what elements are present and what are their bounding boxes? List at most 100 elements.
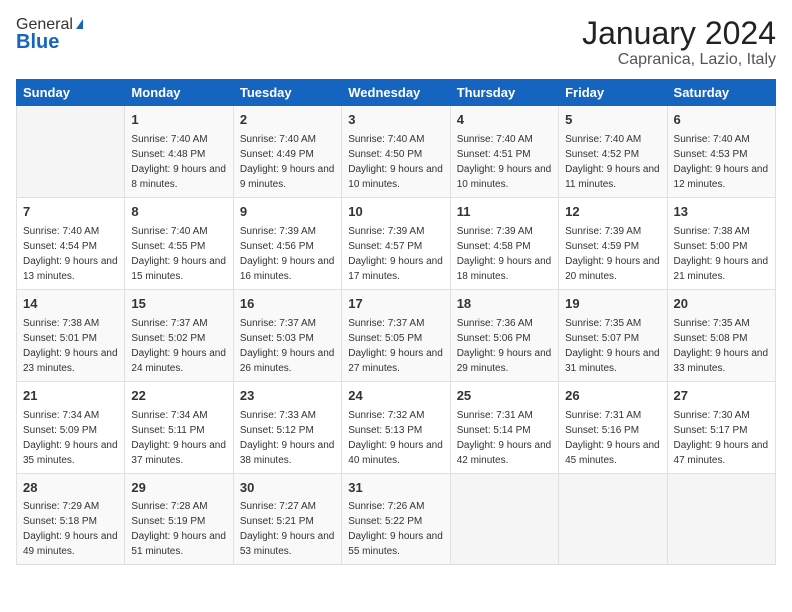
day-number: 11 — [457, 203, 552, 222]
day-number: 8 — [131, 203, 226, 222]
day-info: Sunrise: 7:39 AMSunset: 4:57 PMDaylight:… — [348, 224, 443, 284]
calendar-cell: 19 Sunrise: 7:35 AMSunset: 5:07 PMDayligh… — [559, 289, 667, 381]
day-number: 7 — [23, 203, 118, 222]
calendar-cell: 27Sunrise: 7:30 AMSunset: 5:17 PMDayligh… — [667, 381, 775, 473]
day-number: 13 — [674, 203, 769, 222]
header: General Blue January 2024 Capranica, Laz… — [16, 16, 776, 69]
calendar-cell: 30Sunrise: 7:27 AMSunset: 5:21 PMDayligh… — [233, 473, 341, 565]
day-number: 20 — [674, 295, 769, 314]
day-info: Sunrise: 7:37 AMSunset: 5:03 PMDaylight:… — [240, 316, 335, 376]
location: Capranica, Lazio, Italy — [582, 51, 776, 69]
calendar-cell: 5 Sunrise: 7:40 AMSunset: 4:52 PMDaylight… — [559, 106, 667, 198]
week-row-1: 7 Sunrise: 7:40 AMSunset: 4:54 PMDaylight… — [17, 198, 776, 290]
calendar-cell: 26Sunrise: 7:31 AMSunset: 5:16 PMDayligh… — [559, 381, 667, 473]
day-info: Sunrise: 7:31 AMSunset: 5:14 PMDaylight:… — [457, 408, 552, 468]
logo: General Blue — [16, 16, 83, 54]
day-number: 10 — [348, 203, 443, 222]
day-info: Sunrise: 7:34 AMSunset: 5:11 PMDaylight:… — [131, 408, 226, 468]
calendar-body: 1Sunrise: 7:40 AMSunset: 4:48 PMDaylight… — [17, 106, 776, 565]
day-number: 9 — [240, 203, 335, 222]
day-info: Sunrise: 7:34 AMSunset: 5:09 PMDaylight:… — [23, 408, 118, 468]
calendar-cell — [559, 473, 667, 565]
calendar-cell: 29Sunrise: 7:28 AMSunset: 5:19 PMDayligh… — [125, 473, 233, 565]
day-number: 16 — [240, 295, 335, 314]
day-info: Sunrise: 7:40 AMSunset: 4:54 PMDaylight:… — [23, 224, 118, 284]
day-info: Sunrise: 7:36 AMSunset: 5:06 PMDaylight:… — [457, 316, 552, 376]
calendar-cell: 31Sunrise: 7:26 AMSunset: 5:22 PMDayligh… — [342, 473, 450, 565]
day-number: 28 — [23, 479, 118, 498]
logo-icon — [76, 19, 83, 29]
day-number: 15 — [131, 295, 226, 314]
day-number: 23 — [240, 387, 335, 406]
calendar-cell: 13 Sunrise: 7:38 AMSunset: 5:00 PMDayligh… — [667, 198, 775, 290]
day-info: Sunrise: 7:27 AMSunset: 5:21 PMDaylight:… — [240, 499, 335, 559]
calendar-cell: 18 Sunrise: 7:36 AMSunset: 5:06 PMDayligh… — [450, 289, 558, 381]
day-info: Sunrise: 7:40 AMSunset: 4:52 PMDaylight:… — [565, 132, 660, 192]
calendar-cell — [667, 473, 775, 565]
calendar-cell: 22 Sunrise: 7:34 AMSunset: 5:11 PMDayligh… — [125, 381, 233, 473]
day-number: 17 — [348, 295, 443, 314]
title-block: January 2024 Capranica, Lazio, Italy — [582, 16, 776, 69]
calendar-cell: 1Sunrise: 7:40 AMSunset: 4:48 PMDaylight… — [125, 106, 233, 198]
day-info: Sunrise: 7:40 AMSunset: 4:53 PMDaylight:… — [674, 132, 769, 192]
day-number: 4 — [457, 111, 552, 130]
day-number: 3 — [348, 111, 443, 130]
header-day-monday: Monday — [125, 80, 233, 106]
calendar-cell: 2 Sunrise: 7:40 AMSunset: 4:49 PMDaylight… — [233, 106, 341, 198]
calendar-cell: 21 Sunrise: 7:34 AMSunset: 5:09 PMDayligh… — [17, 381, 125, 473]
calendar-cell: 15 Sunrise: 7:37 AMSunset: 5:02 PMDayligh… — [125, 289, 233, 381]
day-info: Sunrise: 7:39 AMSunset: 4:56 PMDaylight:… — [240, 224, 335, 284]
logo-blue-text: Blue — [16, 31, 59, 54]
calendar-cell: 17Sunrise: 7:37 AMSunset: 5:05 PMDayligh… — [342, 289, 450, 381]
day-number: 2 — [240, 111, 335, 130]
day-info: Sunrise: 7:35 AMSunset: 5:07 PMDaylight:… — [565, 316, 660, 376]
header-day-sunday: Sunday — [17, 80, 125, 106]
day-number: 27 — [674, 387, 769, 406]
day-number: 29 — [131, 479, 226, 498]
week-row-3: 21 Sunrise: 7:34 AMSunset: 5:09 PMDayligh… — [17, 381, 776, 473]
day-info: Sunrise: 7:38 AMSunset: 5:00 PMDaylight:… — [674, 224, 769, 284]
calendar-cell: 16 Sunrise: 7:37 AMSunset: 5:03 PMDayligh… — [233, 289, 341, 381]
calendar-cell: 4 Sunrise: 7:40 AMSunset: 4:51 PMDaylight… — [450, 106, 558, 198]
day-number: 12 — [565, 203, 660, 222]
day-info: Sunrise: 7:32 AMSunset: 5:13 PMDaylight:… — [348, 408, 443, 468]
page: General Blue January 2024 Capranica, Laz… — [0, 0, 792, 612]
calendar-cell: 14 Sunrise: 7:38 AMSunset: 5:01 PMDayligh… — [17, 289, 125, 381]
day-info: Sunrise: 7:31 AMSunset: 5:16 PMDaylight:… — [565, 408, 660, 468]
calendar-cell: 24Sunrise: 7:32 AMSunset: 5:13 PMDayligh… — [342, 381, 450, 473]
day-info: Sunrise: 7:35 AMSunset: 5:08 PMDaylight:… — [674, 316, 769, 376]
day-number: 5 — [565, 111, 660, 130]
day-info: Sunrise: 7:40 AMSunset: 4:51 PMDaylight:… — [457, 132, 552, 192]
calendar-cell: 9 Sunrise: 7:39 AMSunset: 4:56 PMDaylight… — [233, 198, 341, 290]
header-row: SundayMondayTuesdayWednesdayThursdayFrid… — [17, 80, 776, 106]
calendar-cell: 7 Sunrise: 7:40 AMSunset: 4:54 PMDaylight… — [17, 198, 125, 290]
calendar-cell: 3Sunrise: 7:40 AMSunset: 4:50 PMDaylight… — [342, 106, 450, 198]
day-info: Sunrise: 7:33 AMSunset: 5:12 PMDaylight:… — [240, 408, 335, 468]
calendar-cell: 28Sunrise: 7:29 AMSunset: 5:18 PMDayligh… — [17, 473, 125, 565]
week-row-4: 28Sunrise: 7:29 AMSunset: 5:18 PMDayligh… — [17, 473, 776, 565]
day-number: 18 — [457, 295, 552, 314]
calendar-cell — [17, 106, 125, 198]
day-info: Sunrise: 7:38 AMSunset: 5:01 PMDaylight:… — [23, 316, 118, 376]
calendar-cell — [450, 473, 558, 565]
calendar-table: SundayMondayTuesdayWednesdayThursdayFrid… — [16, 79, 776, 565]
calendar-cell: 25 Sunrise: 7:31 AMSunset: 5:14 PMDayligh… — [450, 381, 558, 473]
header-day-friday: Friday — [559, 80, 667, 106]
day-info: Sunrise: 7:28 AMSunset: 5:19 PMDaylight:… — [131, 499, 226, 559]
day-number: 22 — [131, 387, 226, 406]
calendar-cell: 6 Sunrise: 7:40 AMSunset: 4:53 PMDaylight… — [667, 106, 775, 198]
day-number: 14 — [23, 295, 118, 314]
day-number: 31 — [348, 479, 443, 498]
calendar-header: SundayMondayTuesdayWednesdayThursdayFrid… — [17, 80, 776, 106]
day-info: Sunrise: 7:40 AMSunset: 4:49 PMDaylight:… — [240, 132, 335, 192]
day-info: Sunrise: 7:40 AMSunset: 4:55 PMDaylight:… — [131, 224, 226, 284]
day-info: Sunrise: 7:29 AMSunset: 5:18 PMDaylight:… — [23, 499, 118, 559]
day-number: 6 — [674, 111, 769, 130]
day-number: 21 — [23, 387, 118, 406]
header-day-saturday: Saturday — [667, 80, 775, 106]
day-number: 25 — [457, 387, 552, 406]
month-title: January 2024 — [582, 16, 776, 51]
day-number: 19 — [565, 295, 660, 314]
calendar-cell: 8 Sunrise: 7:40 AMSunset: 4:55 PMDaylight… — [125, 198, 233, 290]
day-info: Sunrise: 7:37 AMSunset: 5:02 PMDaylight:… — [131, 316, 226, 376]
